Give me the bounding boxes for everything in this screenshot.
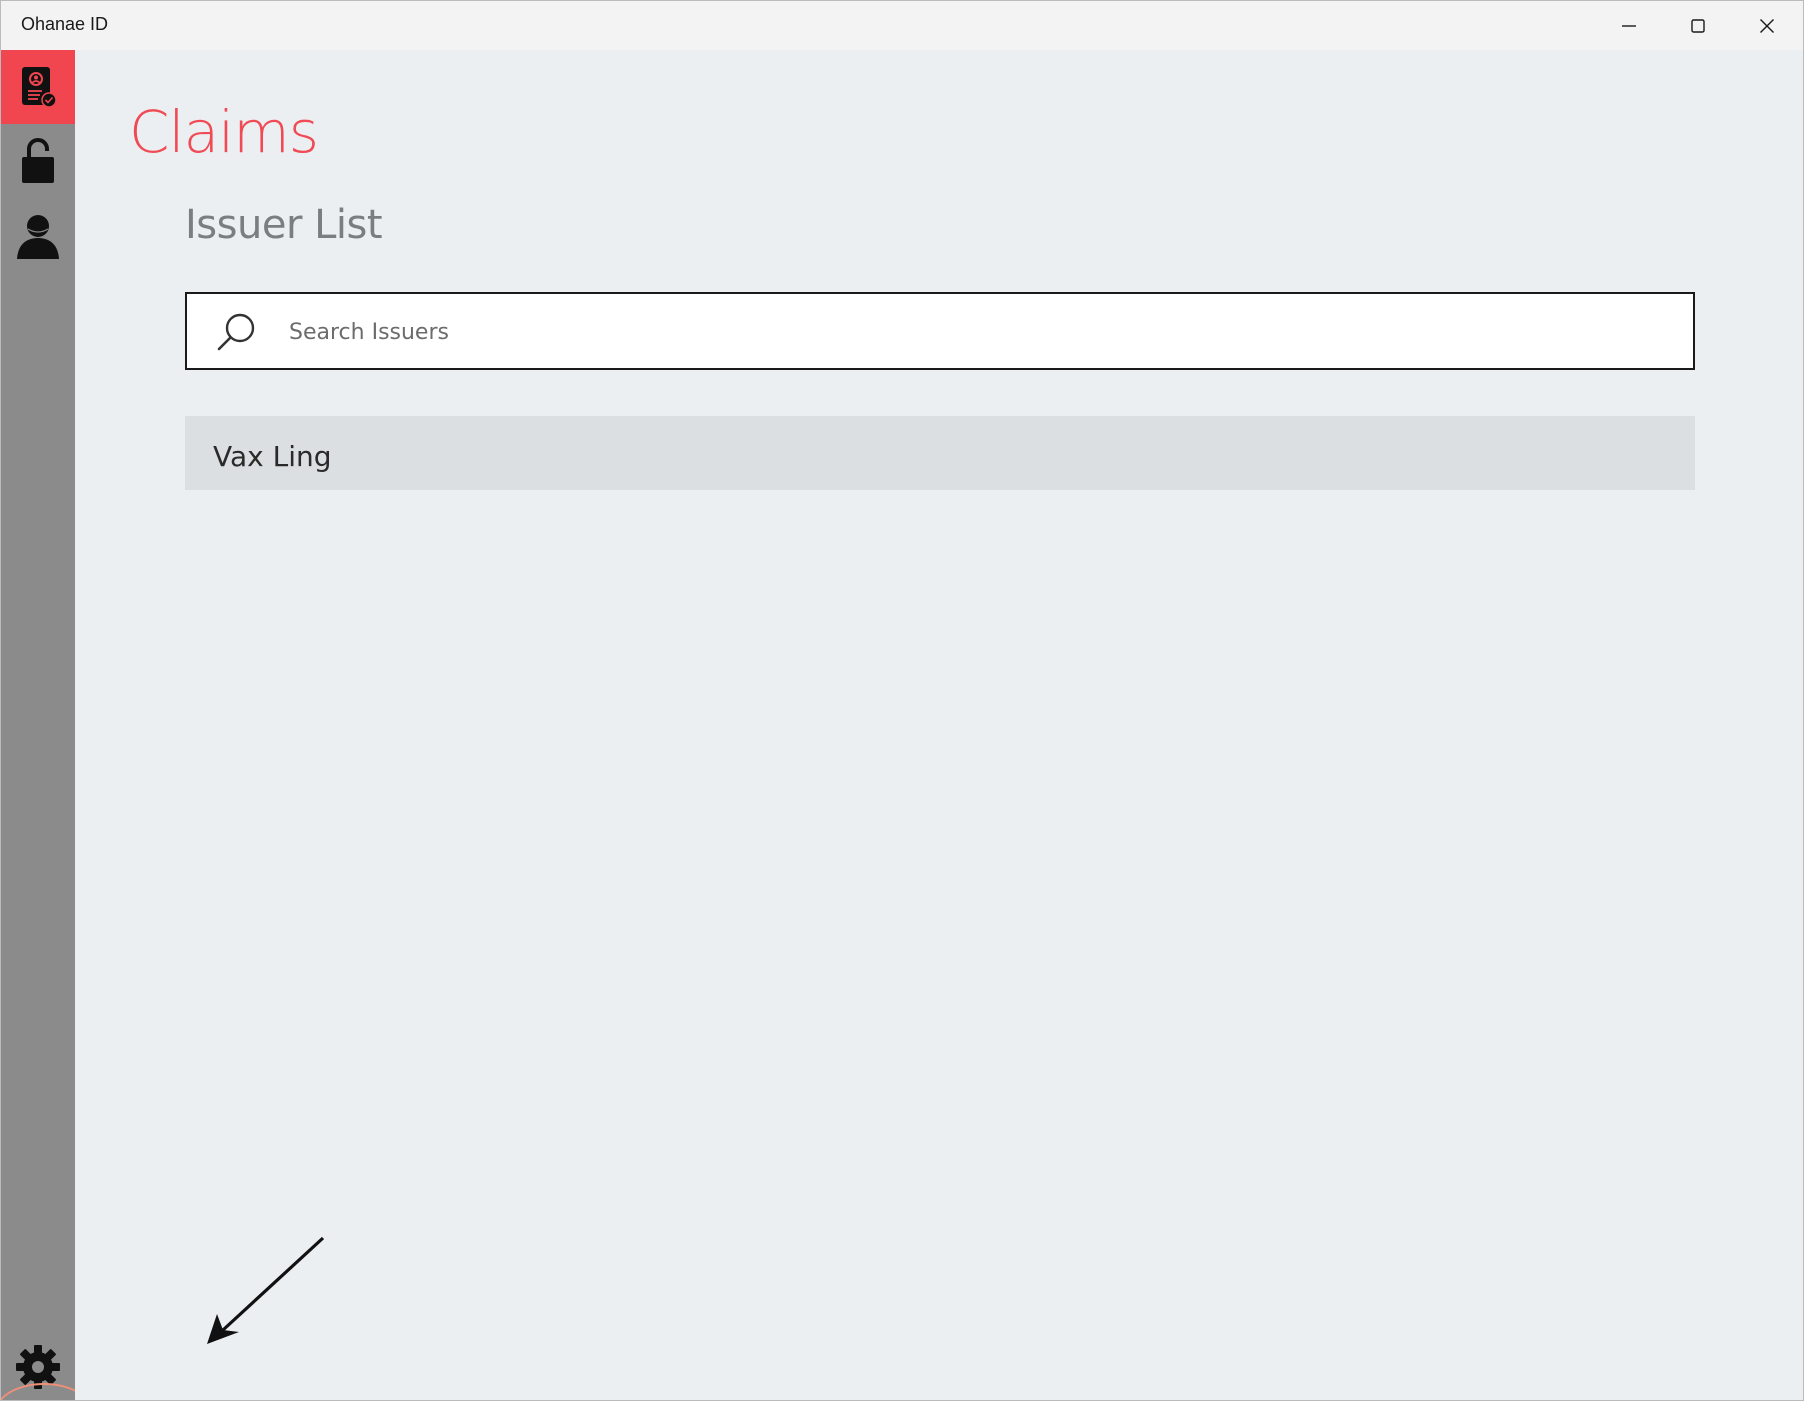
claims-document-icon <box>22 67 57 108</box>
window-title: Ohanae ID <box>21 14 109 34</box>
issuer-name: Vax Ling <box>213 440 332 473</box>
list-item-issuer[interactable]: Vax Ling <box>185 416 1695 490</box>
main-content: Claims Issuer List Vax Ling <box>75 50 1803 1400</box>
sidebar-item-lock[interactable] <box>1 124 75 198</box>
gear-icon <box>16 1345 60 1389</box>
person-icon <box>17 215 59 259</box>
search-input[interactable] <box>287 308 1671 356</box>
sidebar-item-claims[interactable] <box>1 50 75 124</box>
unlock-icon <box>22 138 54 183</box>
maximize-button[interactable] <box>1664 1 1732 50</box>
section-title: Issuer List <box>185 202 383 248</box>
search-icon <box>217 313 255 351</box>
annotation-arrow <box>207 1236 325 1344</box>
close-icon <box>1760 18 1774 33</box>
minimize-button[interactable] <box>1595 1 1663 50</box>
minimize-icon <box>1622 24 1636 27</box>
sidebar-item-profile[interactable] <box>1 200 75 274</box>
search-box[interactable] <box>185 292 1695 370</box>
settings-button[interactable] <box>1 1330 75 1400</box>
sidebar <box>1 50 93 1400</box>
app-window: Ohanae ID Claims Issuer List Search Issu… <box>0 0 1804 1401</box>
page-title: Claims <box>129 98 319 166</box>
maximize-icon <box>1691 18 1705 33</box>
title-bar: Ohanae ID <box>1 1 1803 50</box>
close-button[interactable] <box>1733 1 1801 50</box>
